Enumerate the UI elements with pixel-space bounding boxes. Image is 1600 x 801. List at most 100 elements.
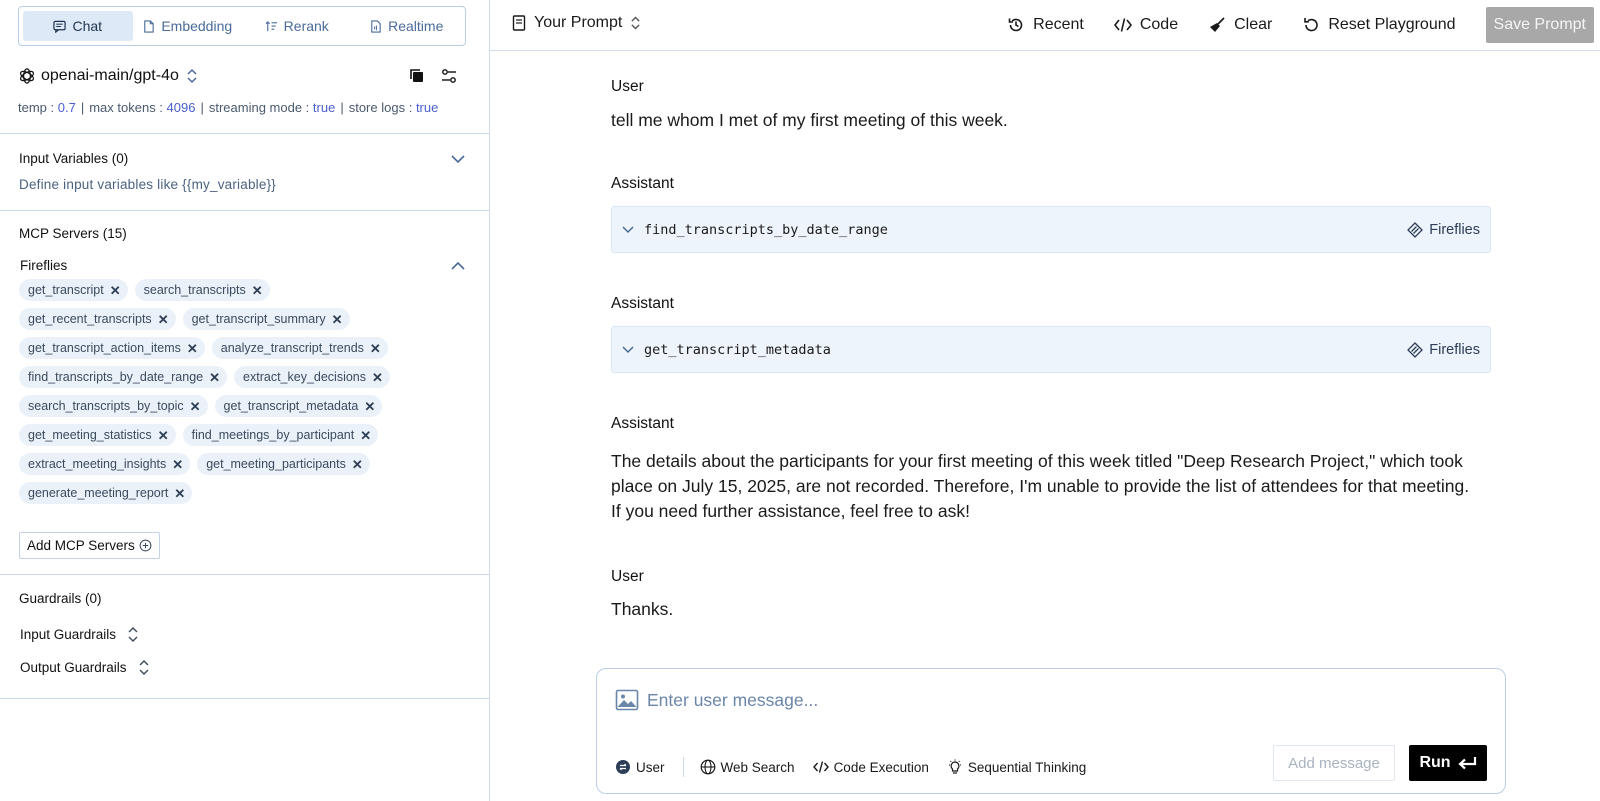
tab-rerank[interactable]: Rerank [242,11,352,41]
tool-chip[interactable]: get_recent_transcripts ✕ [19,308,176,330]
close-icon[interactable]: ✕ [158,313,169,326]
message-line: place on July 15, 2025, are not recorded… [611,476,1470,496]
tab-realtime[interactable]: Realtime [352,11,462,41]
model-selector[interactable]: openai-main/gpt-4o [18,64,458,88]
tool-chip-label: extract_key_decisions [243,370,367,384]
run-label: Run [1419,754,1451,771]
output-guardrails-selector[interactable]: Output Guardrails [20,660,149,675]
sidebar: Chat Embedding Rerank Realtime openai-ma… [0,0,490,801]
clear-label: Clear [1234,16,1273,33]
prompt-selector[interactable]: Your Prompt [512,14,641,32]
close-icon[interactable]: ✕ [187,342,198,355]
tool-call-server: Fireflies [1407,222,1480,238]
close-icon[interactable]: ✕ [110,284,121,297]
message-role: Assistant [611,295,674,312]
message-role: Assistant [611,415,674,432]
input-variables-hint: Define input variables like {{my_variabl… [19,177,276,192]
tool-chip-label: get_meeting_participants [206,457,346,471]
divider [0,133,490,134]
code-icon [1113,18,1132,32]
divider [0,210,490,211]
max-tokens-value: 4096 [166,100,196,115]
tool-chip[interactable]: extract_meeting_insights ✕ [19,453,191,475]
close-icon[interactable]: ✕ [360,429,371,442]
message-input[interactable] [647,686,1447,714]
close-icon[interactable]: ✕ [174,487,185,500]
tool-chip[interactable]: analyze_transcript_trends ✕ [211,337,388,359]
web-search-toggle[interactable]: Web Search [700,759,795,775]
close-icon[interactable]: ✕ [332,313,343,326]
chevron-up-icon[interactable] [451,261,465,271]
role-toggle[interactable]: User [615,759,665,775]
tool-chip[interactable]: get_meeting_statistics ✕ [19,424,176,446]
chip-row: extract_meeting_insights ✕ get_meeting_pa… [19,453,439,475]
add-message-button[interactable]: Add message [1273,745,1395,781]
chip-row: find_transcripts_by_date_range ✕ extract_… [19,366,439,388]
chip-row: get_meeting_statistics ✕ find_meetings_by… [19,424,439,446]
tool-call-block[interactable]: get_transcript_metadata Fireflies [611,326,1491,373]
chip-row: get_transcript ✕ search_transcripts ✕ [19,279,439,301]
input-guardrails-label: Input Guardrails [20,627,117,642]
close-icon[interactable]: ✕ [364,400,375,413]
chevron-down-icon [622,345,634,353]
tool-chip[interactable]: search_transcripts_by_topic ✕ [19,395,208,417]
run-button[interactable]: Run [1409,745,1487,781]
model-params[interactable]: temp : 0.7 | max tokens : 4096 | streaming m… [18,100,438,115]
tool-chip[interactable]: get_transcript_summary ✕ [182,308,350,330]
mcp-server-fireflies[interactable]: Fireflies [20,258,67,273]
copy-icon[interactable] [408,67,426,85]
input-variables-title[interactable]: Input Variables (0) [19,151,128,166]
input-guardrails-selector[interactable]: Input Guardrails [20,627,138,642]
tool-call-block[interactable]: find_transcripts_by_date_range Fireflies [611,206,1491,253]
param-separator: | [80,100,85,115]
recent-button[interactable]: Recent [1007,16,1084,34]
composer-toolbar: User Web Search Code Execution Sequentia… [615,757,1104,777]
sequential-thinking-toggle[interactable]: Sequential Thinking [947,759,1086,775]
add-mcp-servers-button[interactable]: Add MCP Servers [19,532,160,559]
tool-chip[interactable]: get_meeting_participants ✕ [197,453,370,475]
tab-realtime-label: Realtime [388,18,444,34]
tool-chip[interactable]: get_transcript_action_items ✕ [19,337,205,359]
code-button[interactable]: Code [1113,16,1178,34]
close-icon[interactable]: ✕ [190,400,201,413]
close-icon[interactable]: ✕ [158,429,169,442]
close-icon[interactable]: ✕ [372,371,383,384]
tool-chip[interactable]: generate_meeting_report ✕ [19,482,193,504]
tool-call-server-label: Fireflies [1429,341,1480,358]
tool-chip-label: get_transcript_summary [191,312,326,326]
fireflies-icon [1407,341,1424,358]
tool-chip[interactable]: find_transcripts_by_date_range ✕ [19,366,228,388]
clear-button[interactable]: Clear [1208,16,1272,34]
close-icon[interactable]: ✕ [209,371,220,384]
close-icon[interactable]: ✕ [252,284,263,297]
tool-chip[interactable]: get_transcript_metadata ✕ [214,395,383,417]
tool-chip[interactable]: get_transcript ✕ [19,279,128,301]
tab-embedding[interactable]: Embedding [133,11,243,41]
fireflies-icon [1407,221,1424,238]
tool-chip[interactable]: extract_key_decisions ✕ [234,366,390,388]
save-prompt-button[interactable]: Save Prompt [1485,7,1594,43]
tab-chat[interactable]: Chat [23,11,133,41]
settings-sliders-icon[interactable] [440,67,458,85]
role-label: User [636,759,665,775]
tool-chip-label: generate_meeting_report [28,486,169,500]
close-icon[interactable]: ✕ [352,458,363,471]
code-execution-toggle[interactable]: Code Execution [812,759,929,775]
chat-icon [53,20,67,33]
notebook-icon [512,15,526,31]
streaming-label: streaming mode : [208,100,310,115]
chevron-down-icon [622,225,634,233]
tool-chip-label: extract_meeting_insights [28,457,167,471]
close-icon[interactable]: ✕ [172,458,183,471]
tool-chip[interactable]: find_meetings_by_participant ✕ [182,424,379,446]
tool-chip[interactable]: search_transcripts ✕ [134,279,270,301]
temp-label: temp : [18,100,55,115]
plus-circle-icon [139,539,152,552]
tool-call-name: find_transcripts_by_date_range [644,221,888,238]
image-upload-icon[interactable] [615,689,639,711]
temp-value: 0.7 [57,100,76,115]
reset-playground-button[interactable]: Reset Playground [1302,16,1456,34]
chevron-down-icon[interactable] [451,154,465,164]
tool-chip-label: get_transcript_metadata [223,399,359,413]
close-icon[interactable]: ✕ [370,342,381,355]
